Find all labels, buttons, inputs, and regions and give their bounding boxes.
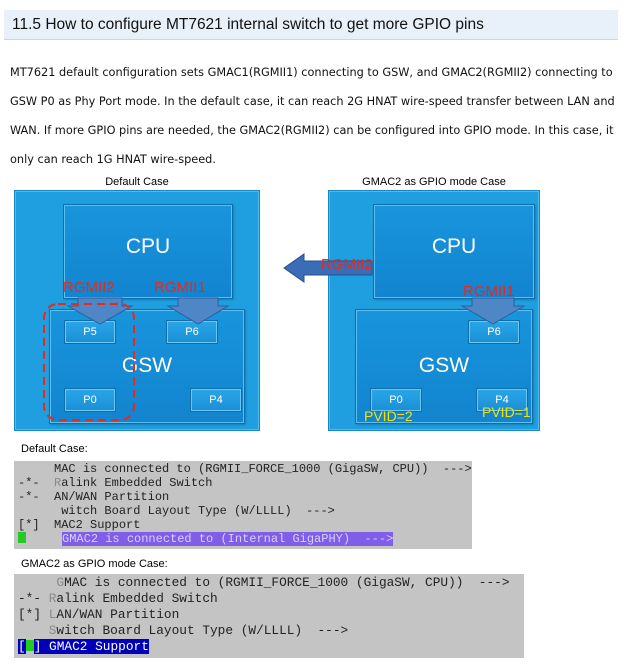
default-terminal: MAC is connected to (RGMII_FORCE_1000 (G…: [14, 461, 472, 549]
cursor-block: [18, 532, 26, 543]
terminal-line: -*- AN/WAN Partition: [18, 490, 170, 504]
gpio-terminal-caption: GMAC2 as GPIO mode Case:: [21, 558, 168, 570]
gpio-rgmii1-label: RGMII1: [463, 283, 515, 300]
terminal-line-selected[interactable]: [] GMAC2 Support: [18, 639, 524, 655]
rgmii2-down-arrow: [66, 297, 134, 325]
checkbox-open: [: [18, 639, 26, 654]
checkbox-close: ]: [33, 639, 50, 654]
gpio-terminal: GMAC is connected to (RGMII_FORCE_1000 (…: [14, 574, 524, 658]
terminal-line: -*- Ralink Embedded Switch: [18, 591, 218, 606]
gpio-rgmii2-label: RGMII2: [321, 256, 373, 273]
terminal-line: MAC is connected to (RGMII_FORCE_1000 (G…: [54, 462, 472, 476]
default-rgmii2-label: RGMII2: [63, 279, 115, 296]
terminal-line: -*- Ralink Embedded Switch: [18, 476, 213, 490]
rgmii1-down-arrow: [166, 297, 230, 325]
terminal-line: [*] MAC2 Support: [18, 518, 141, 532]
paragraph-line-3: WAN. If more GPIO pins are needed, the G…: [10, 124, 614, 137]
paragraph-line-1: MT7621 default configuration sets GMAC1(…: [10, 66, 613, 79]
pvid-p4-label: PVID=1: [482, 404, 531, 420]
terminal-line: witch Board Layout Type (W/LLLL) --->: [61, 504, 335, 518]
gpio-rgmii1-down-arrow: [460, 297, 526, 325]
paragraph-line-2: GSW P0 as Phy Port mode. In the default …: [10, 95, 615, 108]
terminal-line: Switch Board Layout Type (W/LLLL) --->: [48, 623, 349, 638]
pvid-p0-label: PVID=2: [364, 408, 413, 424]
diagram-overlay: [43, 253, 526, 421]
default-rgmii1-label: RGMII1: [154, 279, 206, 296]
terminal-line-selected[interactable]: GMAC2 is connected to (Internal GigaPHY)…: [18, 532, 472, 546]
default-terminal-caption: Default Case:: [21, 443, 88, 455]
terminal-line: GMAC is connected to (RGMII_FORCE_1000 (…: [56, 575, 510, 590]
terminal-line: [*] LAN/WAN Partition: [18, 607, 180, 622]
cursor-block: [25, 640, 34, 651]
intro-paragraph: MT7621 default configuration sets GMAC1(…: [10, 58, 615, 174]
rgmii2-dashed-outline: [43, 303, 135, 421]
switch-diagram: Default Case CPU GSW P5 P6 P0 P4 GMAC2 a…: [0, 170, 624, 435]
section-title: 11.5 How to configure MT7621 internal sw…: [4, 10, 618, 40]
